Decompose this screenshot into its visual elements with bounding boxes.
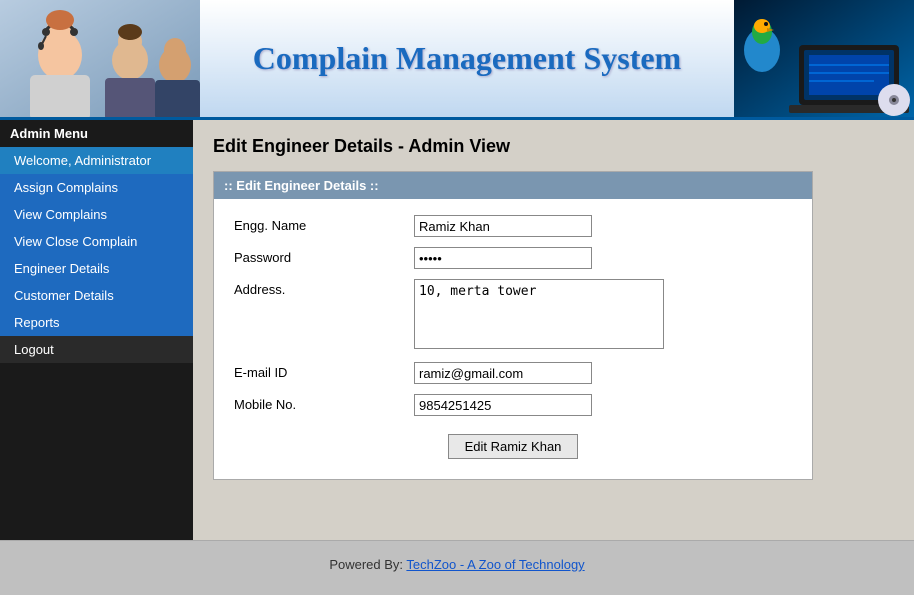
email-field[interactable] bbox=[414, 362, 592, 384]
footer: Powered By: TechZoo - A Zoo of Technolog… bbox=[0, 540, 914, 582]
password-row: Password bbox=[234, 247, 792, 269]
engg-name-input[interactable] bbox=[414, 215, 592, 237]
sidebar-item-view-close-complain[interactable]: View Close Complain bbox=[0, 228, 193, 255]
mobile-field[interactable] bbox=[414, 394, 592, 416]
password-input[interactable] bbox=[414, 247, 592, 269]
form-box-header: :: Edit Engineer Details :: bbox=[214, 172, 812, 199]
engg-name-row: Engg. Name bbox=[234, 215, 792, 237]
sidebar-item-reports[interactable]: Reports bbox=[0, 309, 193, 336]
engg-name-field[interactable] bbox=[414, 215, 592, 237]
mobile-label: Mobile No. bbox=[234, 394, 414, 412]
engg-name-label: Engg. Name bbox=[234, 215, 414, 233]
form-content: Engg. Name Password Address. 10 bbox=[214, 199, 812, 479]
email-label: E-mail ID bbox=[234, 362, 414, 380]
page-title: Edit Engineer Details - Admin View bbox=[213, 136, 894, 157]
address-row: Address. 10, merta tower bbox=[234, 279, 792, 352]
sidebar: Admin Menu Welcome, Administrator Assign… bbox=[0, 120, 193, 540]
mobile-input[interactable] bbox=[414, 394, 592, 416]
sidebar-item-welcome[interactable]: Welcome, Administrator bbox=[0, 147, 193, 174]
address-textarea[interactable]: 10, merta tower bbox=[414, 279, 664, 349]
address-field[interactable]: 10, merta tower bbox=[414, 279, 664, 352]
sidebar-item-customer-details[interactable]: Customer Details bbox=[0, 282, 193, 309]
submit-row: Edit Ramiz Khan bbox=[234, 426, 792, 459]
header-left-image bbox=[0, 0, 200, 120]
footer-text: Powered By: bbox=[329, 557, 406, 572]
sidebar-item-view-complains[interactable]: View Complains bbox=[0, 201, 193, 228]
sidebar-item-logout[interactable]: Logout bbox=[0, 336, 193, 363]
page-header: Complain Management System bbox=[0, 0, 914, 120]
sidebar-item-assign-complains[interactable]: Assign Complains bbox=[0, 174, 193, 201]
header-center: Complain Management System bbox=[200, 0, 734, 117]
app-title: Complain Management System bbox=[253, 40, 681, 77]
footer-link[interactable]: TechZoo - A Zoo of Technology bbox=[406, 557, 584, 572]
sidebar-item-engineer-details[interactable]: Engineer Details bbox=[0, 255, 193, 282]
mobile-row: Mobile No. bbox=[234, 394, 792, 416]
submit-button[interactable]: Edit Ramiz Khan bbox=[448, 434, 579, 459]
main-wrapper: Admin Menu Welcome, Administrator Assign… bbox=[0, 120, 914, 540]
edit-engineer-form-box: :: Edit Engineer Details :: Engg. Name P… bbox=[213, 171, 813, 480]
content-area: Edit Engineer Details - Admin View :: Ed… bbox=[193, 120, 914, 540]
password-field[interactable] bbox=[414, 247, 592, 269]
password-label: Password bbox=[234, 247, 414, 265]
email-row: E-mail ID bbox=[234, 362, 792, 384]
admin-menu-label: Admin Menu bbox=[0, 120, 193, 147]
email-input[interactable] bbox=[414, 362, 592, 384]
address-label: Address. bbox=[234, 279, 414, 297]
header-right-image bbox=[734, 0, 914, 120]
